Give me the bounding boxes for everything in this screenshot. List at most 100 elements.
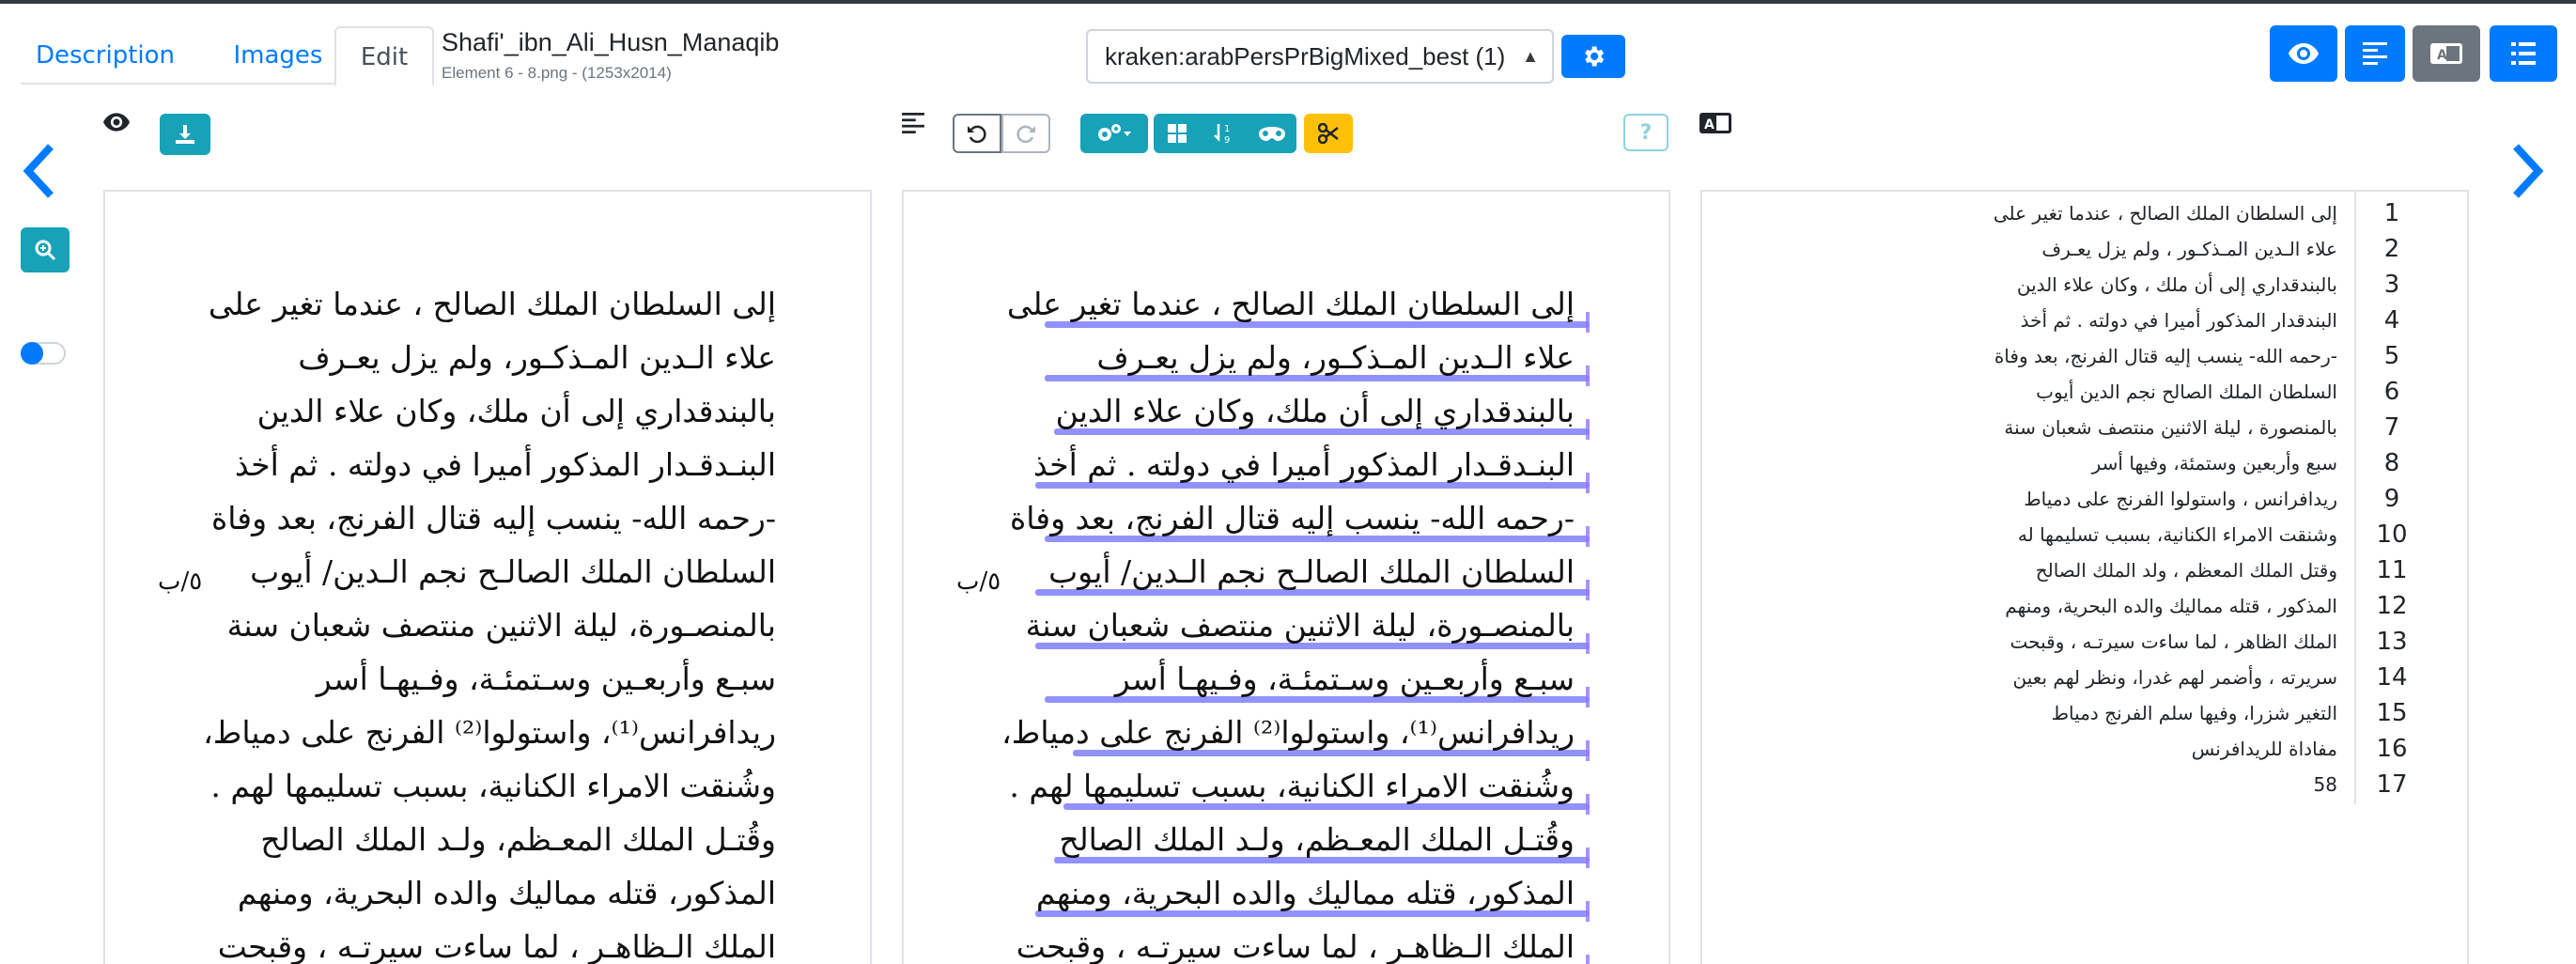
- previous-page-button[interactable]: [21, 143, 58, 203]
- transcription-text[interactable]: البندقدار المذكور أميرا في دولته . ثم أخ…: [2021, 303, 2337, 338]
- reorder-lines-button[interactable]: 19: [1201, 114, 1248, 153]
- transcription-text[interactable]: سبع وأربعين وستمئة، وفيها أسر: [2092, 445, 2337, 481]
- transcription-row[interactable]: 58 17: [1702, 767, 2467, 802]
- transcription-row[interactable]: التغير شزرا، وفيها سلم الفرنج دمياط 15: [1702, 695, 2467, 731]
- page-text-line[interactable]: المذكور، قتله مماليك والده البحرية، ومنه…: [1036, 875, 1575, 911]
- line-number: 17: [2376, 770, 2408, 799]
- transcription-row[interactable]: سريرته ، وأضمر لهم غدرا، ونظر لهم بعين 14: [1702, 660, 2467, 695]
- line-end-handle[interactable]: [1586, 419, 1590, 440]
- toggle-transcription-panel-button[interactable]: [2490, 25, 2557, 82]
- transcription-row[interactable]: وشنقت الامراء الكنانية، بسبب تسليمها له 1…: [1702, 517, 2467, 552]
- page-text-line[interactable]: -رحمه الله- ينسب إليه قتال الفرنج، بعد و…: [1010, 500, 1575, 536]
- cut-button[interactable]: [1304, 114, 1353, 153]
- transcription-row[interactable]: السلطان الملك الصالح نجم الدين أيوب 6: [1702, 374, 2467, 410]
- transcription-row[interactable]: بالبندقداري إلى أن ملك ، وكان علاء الدين…: [1702, 267, 2467, 303]
- transcription-row[interactable]: علاء الـدين المـذكـور ، ولم يزل يعـرف 2: [1702, 231, 2467, 267]
- line-end-handle[interactable]: [1586, 740, 1590, 761]
- transcription-text[interactable]: بالبندقداري إلى أن ملك ، وكان علاء الدين: [2017, 267, 2337, 303]
- transcription-text[interactable]: بالمنصورة ، ليلة الاثنين منتصف شعبان سنة: [2004, 410, 2337, 445]
- line-end-handle[interactable]: [1586, 473, 1590, 493]
- page-text-line[interactable]: علاء الـدين المـذكـور، ولم يزل يعـرف: [1096, 339, 1575, 376]
- page-text-line[interactable]: إلى السلطان الملك الصالح ، عندما تغير عل…: [1007, 286, 1575, 322]
- transcription-text[interactable]: علاء الـدين المـذكـور ، ولم يزل يعـرف: [2041, 231, 2337, 267]
- line-end-handle[interactable]: [1586, 526, 1590, 547]
- transcription-row[interactable]: البندقدار المذكور أميرا في دولته . ثم أخ…: [1702, 303, 2467, 338]
- transcription-text[interactable]: السلطان الملك الصالح نجم الدين أيوب: [2036, 374, 2337, 410]
- tools-dropdown-button[interactable]: [1080, 114, 1148, 153]
- page-text-line[interactable]: بالبندقداري إلى أن ملك، وكان علاء الدين: [1056, 393, 1575, 429]
- transcription-row[interactable]: ريدافرانس ، واستولوا الفرنج على دمياط 9: [1702, 481, 2467, 517]
- tab-edit[interactable]: Edit: [334, 26, 434, 86]
- download-button[interactable]: [160, 114, 210, 155]
- line-baseline[interactable]: [1045, 321, 1590, 328]
- undo-button[interactable]: [953, 114, 1001, 153]
- transcription-row[interactable]: الملك الظاهر ، لما ساءت سيرتـه ، وقبحت 13: [1702, 624, 2467, 660]
- zoom-button[interactable]: [21, 227, 70, 272]
- tab-description[interactable]: Description: [21, 26, 190, 85]
- transcription-text[interactable]: إلى السلطان الملك الصالح ، عندما تغير عل…: [1994, 195, 2337, 231]
- line-end-handle[interactable]: [1586, 580, 1590, 600]
- line-baseline[interactable]: [1054, 857, 1590, 863]
- line-end-handle[interactable]: [1586, 901, 1590, 922]
- line-end-handle[interactable]: [1586, 955, 1590, 964]
- transcription-text[interactable]: -رحمه الله- ينسب إليه قتال الفرنج، بعد و…: [1994, 338, 2337, 374]
- select-regions-button[interactable]: [1154, 114, 1201, 153]
- transcription-text[interactable]: المذكور ، قتله مماليك والده البحرية، ومن…: [2005, 588, 2337, 624]
- line-end-handle[interactable]: [1586, 847, 1590, 868]
- transcription-row[interactable]: المذكور ، قتله مماليك والده البحرية، ومن…: [1702, 588, 2467, 624]
- line-end-handle[interactable]: [1586, 687, 1590, 707]
- page-text-line[interactable]: وشُنقت الامراء الكنانية، بسبب تسليمها له…: [1009, 768, 1575, 804]
- line-baseline[interactable]: [1045, 536, 1590, 542]
- transcription-row[interactable]: وقتل الملك المعظم ، ولد الملك الصالح 11: [1702, 552, 2467, 588]
- line-baseline[interactable]: [1035, 643, 1590, 649]
- transcription-text[interactable]: الملك الظاهر ، لما ساءت سيرتـه ، وقبحت: [2010, 624, 2337, 660]
- page-text-line[interactable]: سبـع وأربعـين وسـتمئـة، وفـيهـا أسر: [1115, 661, 1575, 697]
- help-button[interactable]: ?: [1623, 114, 1668, 151]
- toggle-image-panel-button[interactable]: [2270, 25, 2337, 82]
- transcription-text[interactable]: وشنقت الامراء الكنانية، بسبب تسليمها له: [2018, 517, 2337, 552]
- transcription-text[interactable]: سريرته ، وأضمر لهم غدرا، ونظر لهم بعين: [2013, 660, 2337, 695]
- page-text-line[interactable]: السلطان الملك الصالـح نجم الـدين/ أيوب: [1048, 553, 1575, 590]
- line-baseline[interactable]: [1035, 910, 1590, 917]
- transcription-row[interactable]: بالمنصورة ، ليلة الاثنين منتصف شعبان سنة…: [1702, 410, 2467, 445]
- transcription-text[interactable]: التغير شزرا، وفيها سلم الفرنج دمياط: [2052, 695, 2337, 731]
- transcription-text[interactable]: مفاداة للريدافرنس: [2192, 731, 2337, 767]
- line-end-handle[interactable]: [1586, 365, 1590, 386]
- image-panel-eye-icon[interactable]: [103, 113, 130, 135]
- line-baseline[interactable]: [1063, 803, 1590, 810]
- line-number: 5: [2383, 342, 2400, 370]
- page-text-line[interactable]: ريدافرانس⁽¹⁾، واستولوا⁽²⁾ الفرنج على دمي…: [1001, 714, 1575, 751]
- segmentation-panel-icon: [902, 113, 924, 137]
- line-baseline[interactable]: [1045, 375, 1590, 381]
- line-baseline[interactable]: [1035, 482, 1590, 489]
- transcription-row[interactable]: إلى السلطان الملك الصالح ، عندما تغير عل…: [1702, 195, 2467, 231]
- transcription-text[interactable]: وقتل الملك المعظم ، ولد الملك الصالح: [2036, 552, 2337, 588]
- transcription-text[interactable]: ريدافرانس ، واستولوا الفرنج على دمياط: [2024, 481, 2337, 517]
- line-end-handle[interactable]: [1586, 633, 1590, 654]
- line-end-handle[interactable]: [1586, 312, 1590, 333]
- line-baseline[interactable]: [1054, 428, 1590, 435]
- model-settings-button[interactable]: [1561, 35, 1625, 78]
- line-end-handle[interactable]: [1586, 794, 1590, 815]
- toggle-segmentation-panel-button[interactable]: [2345, 25, 2405, 82]
- page-text-line[interactable]: بالمنصـورة، ليلة الاثنين منتصف شعبان سنة: [1026, 607, 1575, 644]
- redo-button[interactable]: [1001, 114, 1050, 153]
- page-text-line[interactable]: الملك الـظاهـر ، لما ساءت سيرتـه ، وقبحت: [1016, 928, 1575, 964]
- line-number: 8: [2383, 449, 2400, 477]
- toggle-masks-button[interactable]: [1248, 114, 1296, 153]
- line-baseline[interactable]: [1073, 750, 1590, 756]
- model-select[interactable]: kraken:arabPersPrBigMixed_best (1) ▲: [1086, 29, 1554, 84]
- line-baseline[interactable]: [1045, 696, 1590, 703]
- transcription-row[interactable]: مفاداة للريدافرنس 16: [1702, 731, 2467, 767]
- transcription-row[interactable]: -رحمه الله- ينسب إليه قتال الفرنج، بعد و…: [1702, 338, 2467, 374]
- opacity-toggle[interactable]: [21, 342, 66, 365]
- toggle-visualisation-panel-button[interactable]: A: [2413, 25, 2480, 82]
- page-text-line[interactable]: وقُتـل الملك المعـظم، ولـد الملك الصالح: [1059, 821, 1575, 858]
- next-page-button[interactable]: [2508, 143, 2546, 203]
- tab-images[interactable]: Images: [210, 26, 346, 85]
- page-text-line[interactable]: البنـدقـدار المذكور أميرا في دولته . ثم …: [1033, 446, 1575, 483]
- line-number: 3: [2383, 271, 2400, 299]
- transcription-text[interactable]: 58: [2314, 767, 2337, 802]
- transcription-row[interactable]: سبع وأربعين وستمئة، وفيها أسر 8: [1702, 445, 2467, 481]
- line-baseline[interactable]: [1035, 589, 1590, 596]
